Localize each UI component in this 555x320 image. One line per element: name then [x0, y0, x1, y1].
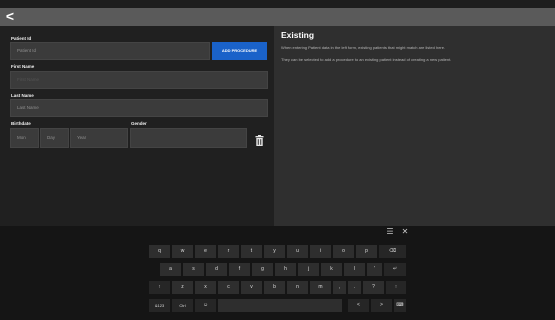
ctrl-key[interactable]: Ctrl	[172, 299, 193, 312]
key-comma[interactable]: ,	[333, 281, 346, 294]
key-o[interactable]: o	[333, 245, 354, 258]
key-d[interactable]: d	[206, 263, 227, 276]
key-l[interactable]: l	[344, 263, 365, 276]
key-k[interactable]: k	[321, 263, 342, 276]
keyboard-close-icon[interactable]: ✕	[400, 227, 410, 237]
key-n[interactable]: n	[287, 281, 308, 294]
key-p[interactable]: p	[356, 245, 377, 258]
arrow-right-key[interactable]: >	[371, 299, 392, 312]
last-name-label: Last Name	[11, 93, 34, 98]
birth-month-input[interactable]: Mon	[10, 128, 39, 148]
key-c[interactable]: c	[218, 281, 239, 294]
back-button[interactable]: <	[3, 8, 17, 26]
existing-description-line-2: They can be selected to add a procedure …	[281, 57, 452, 62]
gender-label: Gender	[131, 121, 147, 126]
patient-id-input[interactable]: Patient Id	[10, 42, 210, 60]
key-q[interactable]: q	[149, 245, 170, 258]
first-name-input[interactable]: First Name	[10, 71, 268, 89]
key-i[interactable]: i	[310, 245, 331, 258]
birth-day-input[interactable]: Day	[40, 128, 69, 148]
backspace-key[interactable]: ⌫	[379, 245, 406, 258]
key-v[interactable]: v	[241, 281, 262, 294]
key-y[interactable]: y	[264, 245, 285, 258]
key-e[interactable]: e	[195, 245, 216, 258]
key-period[interactable]: .	[348, 281, 361, 294]
existing-title: Existing	[281, 30, 315, 40]
key-x[interactable]: x	[195, 281, 216, 294]
existing-patients-panel	[274, 26, 555, 226]
patient-id-label: Patient Id	[11, 36, 32, 41]
key-f[interactable]: f	[229, 263, 250, 276]
keyboard-layout-icon[interactable]: ☰	[385, 227, 395, 237]
emoji-key[interactable]: ☺	[195, 299, 216, 312]
key-m[interactable]: m	[310, 281, 331, 294]
enter-key[interactable]: ↵	[384, 263, 406, 276]
key-j[interactable]: j	[298, 263, 319, 276]
key-u[interactable]: u	[287, 245, 308, 258]
trash-icon[interactable]	[255, 133, 264, 146]
birthdate-label: Birthdate	[11, 121, 31, 126]
keyboard-icon[interactable]: ⌨	[394, 299, 406, 312]
shift-right-key[interactable]: ↑	[386, 281, 406, 294]
add-procedure-button[interactable]: ADD PROCEDURE	[212, 42, 267, 60]
key-g[interactable]: g	[252, 263, 273, 276]
gender-select[interactable]	[130, 128, 247, 148]
key-h[interactable]: h	[275, 263, 296, 276]
first-name-label: First Name	[11, 64, 35, 69]
birth-year-input[interactable]: Year	[70, 128, 128, 148]
key-question[interactable]: ?	[363, 281, 384, 294]
key-s[interactable]: s	[183, 263, 204, 276]
key-t[interactable]: t	[241, 245, 262, 258]
key-z[interactable]: z	[172, 281, 193, 294]
space-key[interactable]	[218, 299, 342, 312]
existing-description-line-1: When entering Patient data in the left f…	[281, 45, 446, 50]
last-name-input[interactable]: Last Name	[10, 99, 268, 117]
key-apostrophe[interactable]: '	[367, 263, 382, 276]
key-a[interactable]: a	[160, 263, 181, 276]
top-bar: <	[0, 8, 555, 26]
shift-left-key[interactable]: ↑	[149, 281, 170, 294]
symbols-key[interactable]: &123	[149, 299, 170, 312]
key-b[interactable]: b	[264, 281, 285, 294]
arrow-left-key[interactable]: <	[348, 299, 369, 312]
key-w[interactable]: w	[172, 245, 193, 258]
key-r[interactable]: r	[218, 245, 239, 258]
